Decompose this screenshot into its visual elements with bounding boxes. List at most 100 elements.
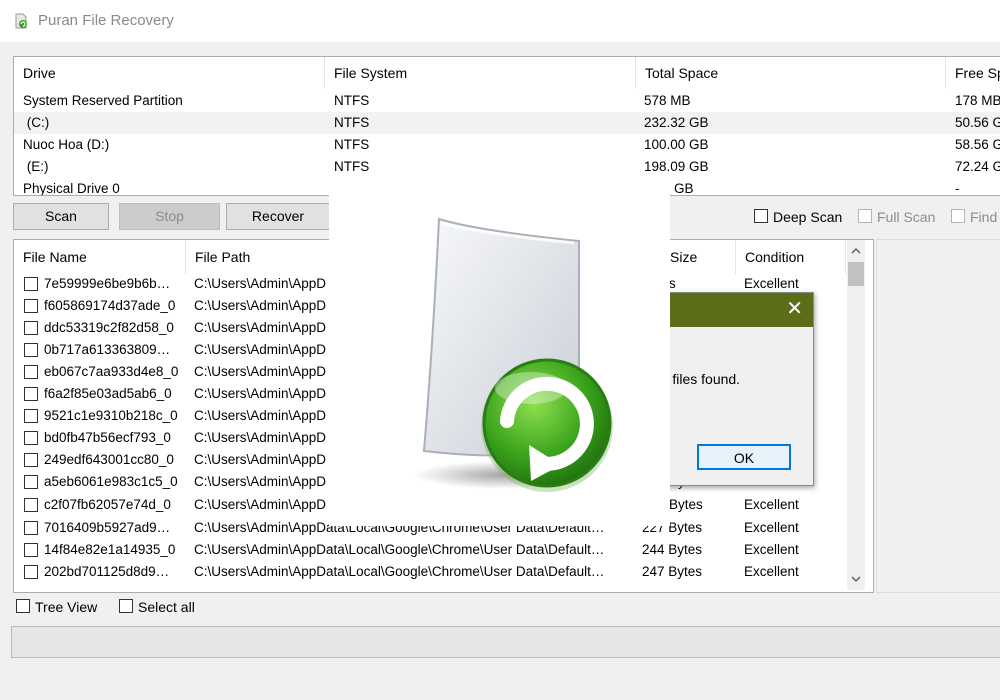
- file-name: f605869174d37ade_0: [44, 298, 176, 313]
- tree-view-checkbox[interactable]: [16, 599, 30, 613]
- drive-name: Physical Drive 0: [23, 181, 120, 196]
- file-row-checkbox[interactable]: [24, 365, 38, 379]
- drive-total: 198.09 GB: [644, 159, 709, 174]
- drive-free: 72.24 G: [955, 159, 1000, 174]
- drive-row[interactable]: System Reserved Partition NTFS 578 MB 17…: [14, 90, 1000, 112]
- file-name: 7e59999e6be9b6b…: [44, 276, 171, 291]
- file-row-checkbox[interactable]: [24, 543, 38, 557]
- drive-total: 578 MB: [644, 93, 691, 108]
- file-name: 202bd701125d8d9…: [44, 564, 170, 579]
- tree-view-option[interactable]: Tree View: [16, 597, 106, 617]
- drive-row[interactable]: Nuoc Hoa (D:) NTFS 100.00 GB 58.56 G: [14, 134, 1000, 156]
- select-all-option[interactable]: Select all: [119, 597, 209, 617]
- drive-list[interactable]: Drive File System Total Space Free Sp Sy…: [13, 56, 1000, 196]
- file-size: 244 Bytes: [642, 542, 703, 557]
- recovery-icon: [14, 13, 28, 32]
- recover-button[interactable]: Recover: [226, 203, 330, 230]
- ok-button[interactable]: OK: [697, 444, 791, 470]
- file-row-checkbox[interactable]: [24, 343, 38, 357]
- drive-name: (E:): [23, 159, 49, 174]
- find-option[interactable]: Find: [951, 207, 1000, 227]
- col-header-drive[interactable]: Drive: [14, 57, 325, 89]
- main-window: Puran File Recovery Drive File System To…: [0, 0, 1000, 700]
- chevron-down-icon[interactable]: [847, 570, 865, 588]
- find-checkbox[interactable]: [951, 209, 965, 223]
- file-size: 247 Bytes: [642, 564, 703, 579]
- stop-button[interactable]: Stop: [119, 203, 220, 230]
- file-path: C:\Users\Admin\AppData\Local\Google\Chro…: [194, 542, 605, 557]
- scan-button[interactable]: Scan: [13, 203, 109, 230]
- window-title: Puran File Recovery: [38, 12, 174, 29]
- file-condition: Excellent: [744, 520, 799, 535]
- chevron-up-icon[interactable]: [847, 242, 865, 260]
- drive-name: System Reserved Partition: [23, 93, 183, 108]
- file-row-checkbox[interactable]: [24, 387, 38, 401]
- full-scan-option[interactable]: Full Scan: [858, 207, 940, 227]
- drive-free: 50.56 G: [955, 115, 1000, 130]
- col-header-free-space[interactable]: Free Sp: [946, 57, 1000, 89]
- file-name: 0b717a613363809…: [44, 342, 171, 357]
- file-condition: Excellent: [744, 542, 799, 557]
- file-name: 9521c1e9310b218c_0: [44, 408, 178, 423]
- drive-name: Nuoc Hoa (D:): [23, 137, 110, 152]
- file-name: 14f84e82e1a14935_0: [44, 542, 176, 557]
- file-recovery-logo: [414, 217, 613, 492]
- file-row-checkbox[interactable]: [24, 409, 38, 423]
- file-size: Bytes: [669, 497, 703, 512]
- file-row-checkbox[interactable]: [24, 475, 38, 489]
- drive-row[interactable]: (C:) NTFS 232.32 GB 50.56 G: [14, 112, 1000, 134]
- col-header-total-space[interactable]: Total Space: [636, 57, 946, 89]
- drive-free: 178 MB: [955, 93, 1000, 108]
- file-name: 7016409b5927ad9…: [44, 520, 171, 535]
- file-condition: Excellent: [744, 564, 799, 579]
- logo-splash: [329, 183, 670, 526]
- file-path: C:\Users\Admin\AppData\Local\Google\Chro…: [194, 564, 605, 579]
- drive-fs: NTFS: [334, 159, 370, 174]
- select-all-checkbox[interactable]: [119, 599, 133, 613]
- file-row-checkbox[interactable]: [24, 498, 38, 512]
- file-condition: Excellent: [744, 497, 799, 512]
- drive-fs: NTFS: [334, 115, 370, 130]
- file-name: c2f07fb62057e74d_0: [44, 497, 171, 512]
- file-row[interactable]: 202bd701125d8d9… C:\Users\Admin\AppData\L…: [14, 561, 854, 583]
- file-row-checkbox[interactable]: [24, 453, 38, 467]
- full-scan-checkbox[interactable]: [858, 209, 872, 223]
- drive-total: 232.32 GB: [644, 115, 709, 130]
- col-header-file-name[interactable]: File Name: [14, 240, 186, 274]
- col-header-filesystem[interactable]: File System: [325, 57, 636, 89]
- deep-scan-label: Deep Scan: [773, 209, 843, 225]
- drive-free: -: [955, 181, 960, 196]
- drive-fs: NTFS: [334, 93, 370, 108]
- file-name: bd0fb47b56ecf793_0: [44, 430, 171, 445]
- preview-panel: [876, 239, 1000, 593]
- find-label: Find: [970, 209, 998, 225]
- file-row-checkbox[interactable]: [24, 521, 38, 535]
- file-row-checkbox[interactable]: [24, 299, 38, 313]
- file-row[interactable]: 14f84e82e1a14935_0 C:\Users\Admin\AppData…: [14, 539, 854, 561]
- file-name: eb067c7aa933d4e8_0: [44, 364, 179, 379]
- deep-scan-checkbox[interactable]: [754, 209, 768, 223]
- select-all-label: Select all: [138, 599, 195, 615]
- close-icon[interactable]: ✕: [786, 297, 803, 321]
- drive-free: 58.56 G: [955, 137, 1000, 152]
- file-row-checkbox[interactable]: [24, 277, 38, 291]
- file-row-checkbox[interactable]: [24, 565, 38, 579]
- progress-bar: [11, 626, 1000, 658]
- drive-total: 100.00 GB: [644, 137, 709, 152]
- file-row-checkbox[interactable]: [24, 321, 38, 335]
- file-name: f6a2f85e03ad5ab6_0: [44, 386, 172, 401]
- file-name: 249edf643001cc80_0: [44, 452, 174, 467]
- tree-view-label: Tree View: [35, 599, 98, 615]
- title-bar: Puran File Recovery: [0, 0, 1000, 42]
- col-header-condition[interactable]: Condition: [736, 240, 846, 274]
- file-name: a5eb6061e983c1c5_0: [44, 474, 178, 489]
- drive-name: (C:): [23, 115, 50, 130]
- file-name: ddc53319c2f82d58_0: [44, 320, 174, 335]
- drive-fs: NTFS: [334, 137, 370, 152]
- full-scan-label: Full Scan: [877, 209, 936, 225]
- scroll-thumb[interactable]: [848, 262, 864, 286]
- drive-row[interactable]: (E:) NTFS 198.09 GB 72.24 G: [14, 156, 1000, 178]
- file-row-checkbox[interactable]: [24, 431, 38, 445]
- deep-scan-option[interactable]: Deep Scan: [754, 207, 846, 227]
- file-list-scrollbar[interactable]: [847, 240, 865, 590]
